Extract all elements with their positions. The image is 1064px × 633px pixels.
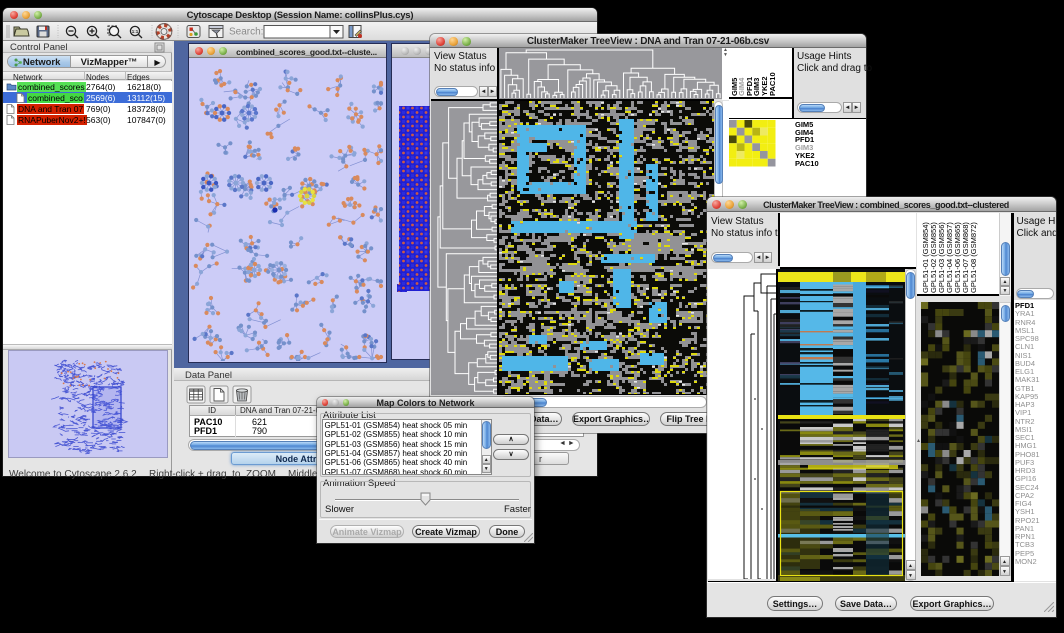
svg-text:1:1: 1:1 — [132, 29, 139, 34]
svg-text:Search:: Search: — [229, 26, 263, 37]
